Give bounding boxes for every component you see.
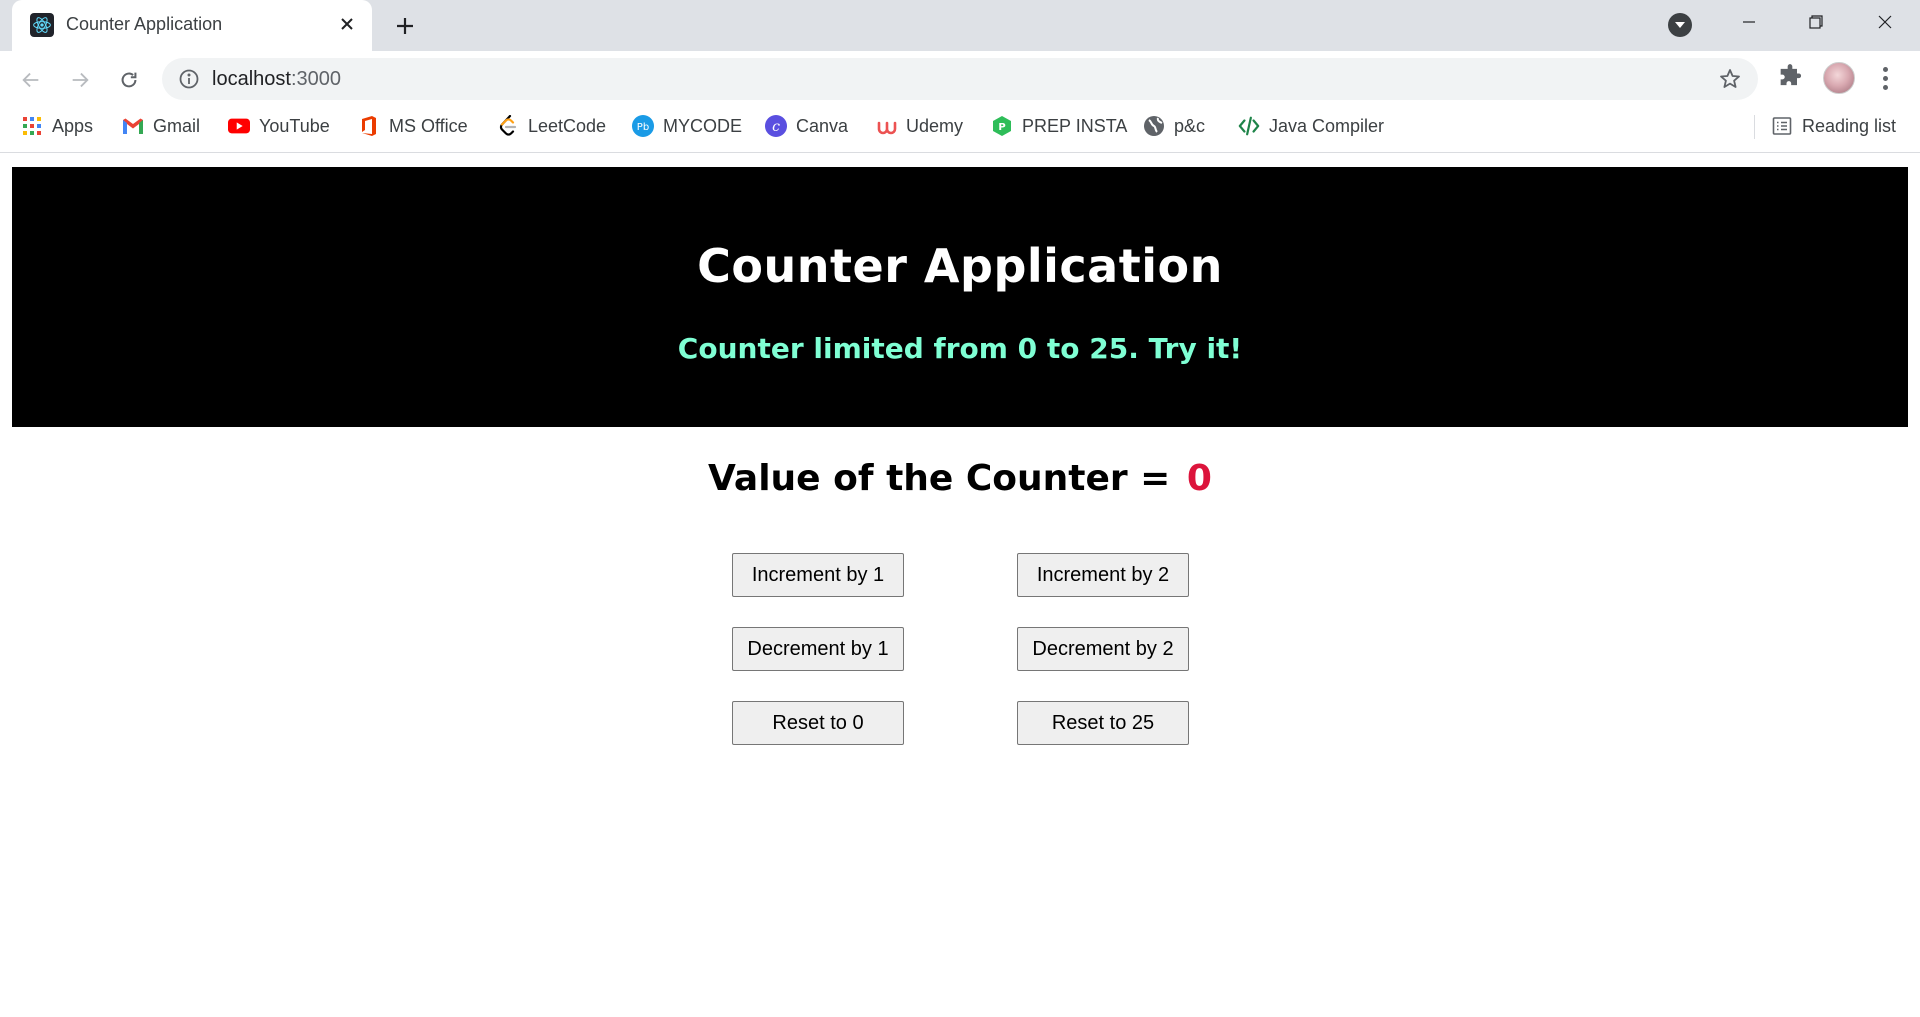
browser-toolbar: localhost:3000 [0,51,1920,107]
bookmark-leetcode[interactable]: LeetCode [497,107,606,145]
window-close-icon[interactable] [1865,6,1905,38]
udemy-icon [875,115,897,137]
page-title: Counter Application [697,239,1223,293]
bookmark-prep-insta[interactable]: P PREP INSTA [991,107,1127,145]
puzzle-icon[interactable] [1776,63,1804,91]
bookmark-udemy[interactable]: Udemy [875,107,963,145]
bookmarks-divider [1754,115,1755,139]
bookmark-apps[interactable]: Apps [21,107,93,145]
bookmark-label: YouTube [259,115,330,136]
bookmark-label: Udemy [906,115,964,136]
tab-title: Counter Application [66,14,223,34]
office-icon [358,115,380,137]
bookmark-gmail[interactable]: Gmail [122,107,200,145]
reset-to-0-button[interactable]: Reset to 0 [732,701,904,745]
url-host: localhost [212,68,291,90]
bookmark-label: Gmail [153,115,201,136]
bookmark-p-and-c[interactable]: p&c [1143,107,1205,145]
decrement-by-1-button[interactable]: Decrement by 1 [732,627,904,671]
minimize-icon[interactable] [1729,6,1769,38]
code-icon [1238,115,1260,137]
tab-search-icon[interactable] [1668,13,1692,37]
bookmark-label: LeetCode [528,115,607,136]
increment-by-2-button[interactable]: Increment by 2 [1017,553,1189,597]
star-icon[interactable] [1718,67,1742,91]
bookmarks-bar: Apps Gmail YouTube MS Office LeetCode Pb… [0,107,1920,153]
more-vertical-icon[interactable] [1873,62,1897,94]
app-header: Counter Application Counter limited from… [12,167,1908,427]
bookmark-label: p&c [1174,115,1206,136]
tab-strip: Counter Application [0,0,1920,51]
youtube-icon [228,115,250,137]
bookmark-label: Java Compiler [1269,115,1385,136]
decrement-by-2-button[interactable]: Decrement by 2 [1017,627,1189,671]
close-icon[interactable] [334,11,360,37]
react-icon [30,13,54,37]
bookmark-java-compiler[interactable]: Java Compiler [1238,107,1384,145]
avatar[interactable] [1823,62,1855,94]
prepinsta-icon: P [991,115,1013,137]
bookmark-youtube[interactable]: YouTube [228,107,330,145]
forward-arrow-icon[interactable] [64,64,96,96]
bookmark-label: PREP INSTA [1022,115,1128,136]
increment-by-1-button[interactable]: Increment by 1 [732,553,904,597]
url-text: localhost:3000 [212,68,341,91]
bookmark-label: MS Office [389,115,468,136]
bookmark-mycode[interactable]: Pb MYCODE [632,107,742,145]
counter-display: Value of the Counter = 0 [0,458,1920,499]
reset-to-25-button[interactable]: Reset to 25 [1017,701,1189,745]
canva-icon: c [765,115,787,137]
reload-icon[interactable] [113,64,145,96]
counter-value: 0 [1186,458,1212,499]
apps-grid-icon [21,115,43,137]
gmail-icon [122,115,144,137]
info-icon[interactable] [178,68,200,90]
reading-list-button[interactable]: Reading list [1771,107,1896,145]
bookmark-canva[interactable]: c Canva [765,107,848,145]
bookmark-ms-office[interactable]: MS Office [358,107,468,145]
counter-label: Value of the Counter = [708,458,1171,499]
reading-list-label: Reading list [1802,115,1897,136]
page-subtitle: Counter limited from 0 to 25. Try it! [677,332,1243,365]
restore-icon[interactable] [1796,6,1836,38]
globe-icon [1143,115,1165,137]
address-bar[interactable]: localhost:3000 [162,58,1758,100]
bookmark-label: Apps [52,115,94,136]
svg-text:P: P [998,122,1005,133]
bookmark-label: Canva [796,115,849,136]
back-arrow-icon[interactable] [15,64,47,96]
url-port: :3000 [290,68,341,90]
tab-counter-application[interactable]: Counter Application [12,0,372,51]
svg-text:Pb: Pb [637,122,649,133]
mycode-icon: Pb [632,115,654,137]
leetcode-icon [497,115,519,137]
svg-text:c: c [772,119,780,135]
bookmark-label: MYCODE [663,115,743,136]
reading-list-icon [1771,115,1793,137]
new-tab-button[interactable] [390,11,420,41]
